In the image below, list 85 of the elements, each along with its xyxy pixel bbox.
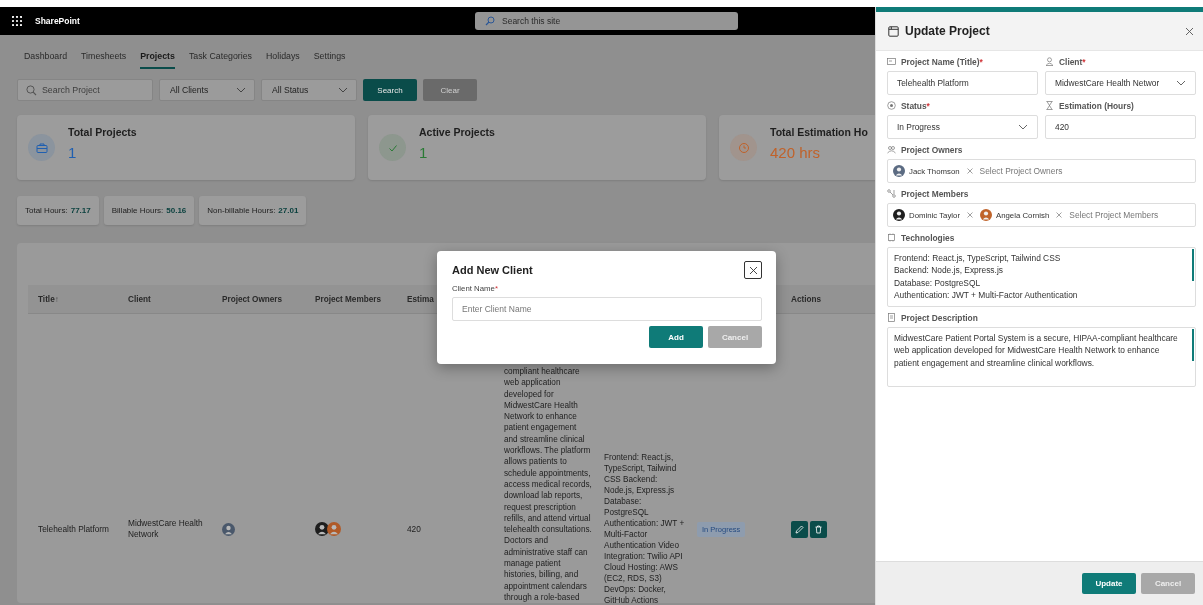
close-button[interactable] [744,261,762,279]
close-icon [748,265,758,275]
stat-title: Total Projects [68,126,137,138]
table-cell-text: MidwestCare Health Network [127,518,204,540]
scrollbar-thumb[interactable] [1192,249,1194,281]
field-label: Technologies [901,232,955,243]
column-header[interactable]: Title↑ [28,294,118,304]
chevron-down-icon [338,87,348,93]
panel-button[interactable]: Update [1082,573,1136,594]
app-name: SharePoint [35,16,80,26]
panel-title: Update Project [905,24,991,38]
edit-button[interactable] [791,520,808,538]
nav-tab[interactable]: Holidays [266,51,300,69]
stat-value: 1 [68,144,78,161]
scrollbar-thumb[interactable] [1192,329,1194,361]
chevron-down-icon [1018,124,1028,130]
chevron-down-icon [1176,80,1186,86]
column-header[interactable]: Actions [781,294,871,304]
field-label: Project Name (Title)* [901,56,983,67]
tag-icon [887,57,896,66]
search-icon [485,16,495,26]
dropdown-field[interactable]: In Progress [887,115,1038,139]
hours-value: 77.17 [70,206,91,215]
pencil-icon [795,524,804,534]
status-dropdown[interactable]: All Status [261,79,357,101]
clock-icon [730,134,757,161]
nav-tab[interactable]: Dashboard [24,51,68,69]
stat-title: Total Estimation Ho [770,126,868,138]
nav-tab[interactable]: Timesheets [81,51,127,69]
site-search-field[interactable]: Search this site [475,12,738,30]
stat-value: 420 hrs [770,144,822,161]
document-icon [887,313,896,322]
hours-label: Total Hours: [25,206,68,215]
field-label: Estimation (Hours) [1059,100,1134,111]
hours-value: 50.16 [166,206,187,215]
window-icon [888,25,899,37]
hourglass-icon [1045,101,1054,110]
filter-button[interactable]: Clear [423,79,477,101]
text-area[interactable]: MidwestCare Patient Portal System is a secure, HIPAA-compliant healthcare web application developed for MidwestCare Health Network to enhance patient engagement and streamline clinical workflows. [887,327,1196,387]
trash-icon [814,524,823,534]
nav-tab[interactable]: Task Categories [188,51,252,69]
hours-label: Non-billable Hours: [207,206,276,215]
column-header[interactable]: Project Members [305,294,397,304]
app-launcher-icon[interactable] [12,16,22,26]
field-label: Project Members [901,188,969,199]
people-icon [887,145,896,154]
field-label: Project Owners [901,144,963,155]
status-icon [887,101,896,110]
filter-button[interactable]: Search [363,79,417,101]
field-label: Project Description [901,312,978,323]
briefcase-icon [28,134,55,161]
table-cell-text: compliant healthcare web application developed for MidwestCare Health Network to enhance patient engagement and streamline clinical workflows. The platform allows patients to schedule appointments, access medical records, download lab reports, request prescription refills, and attend virtual telehealth consultations. Doctors and administrative staff can manage patient histories, billing, and appointment calendars through a role-based [503,366,593,604]
table-cell-text: Frontend: React.js, TypeScript, Tailwind CSS Backend: Node.js, Express.js Database: PostgreSQL Authentication: JWT + Multi-Factor Authentication Video Integration: Twilio API Cloud Hosting: AWS (EC2, RDS, S3) DevOps: Docker, GitHub Actions [603,452,686,605]
checkmark-icon [379,134,406,161]
text-field[interactable]: Telehealth Platform [887,71,1038,95]
dialog-title: Add New Client [452,264,533,276]
search-field[interactable]: Search Project [17,79,153,101]
client-name-field[interactable]: Enter Client Name [452,297,762,321]
field-label: Client* [1059,56,1086,67]
network-icon [887,189,896,198]
table-cell-text: Telehealth Platform [37,523,111,535]
dropdown-field[interactable]: MidwestCare Health Networ [1045,71,1196,95]
remove-icon[interactable] [967,212,973,218]
table-cell-text: 420 [406,523,422,535]
hours-value: 27.01 [278,206,299,215]
hours-label: Billable Hours: [111,206,164,215]
remove-icon[interactable] [966,168,973,174]
dialog-button[interactable]: Add [649,326,703,348]
delete-button[interactable] [810,520,827,538]
column-header[interactable]: Client [118,294,212,304]
nav-tab[interactable]: Projects [140,51,175,69]
nav-tab[interactable]: Settings [313,51,346,69]
chevron-down-icon [236,87,246,93]
person-icon [1045,57,1054,66]
text-area[interactable]: Frontend: React.js, TypeScript, Tailwind CSS Backend: Node.js, Express.js Database: PostgreSQL Authentication: JWT + Multi-Factor Authentication [887,247,1196,307]
remove-icon[interactable] [1056,212,1063,218]
stat-value: 1 [419,144,429,161]
search-icon [26,84,37,96]
stat-title: Active Projects [419,126,495,138]
column-header[interactable]: Project Owners [212,294,305,304]
chip-icon [887,233,896,242]
close-icon[interactable] [1185,26,1194,36]
text-field[interactable]: 420 [1045,115,1196,139]
field-label: Status* [901,100,930,111]
client-dropdown[interactable]: All Clients [159,79,255,101]
